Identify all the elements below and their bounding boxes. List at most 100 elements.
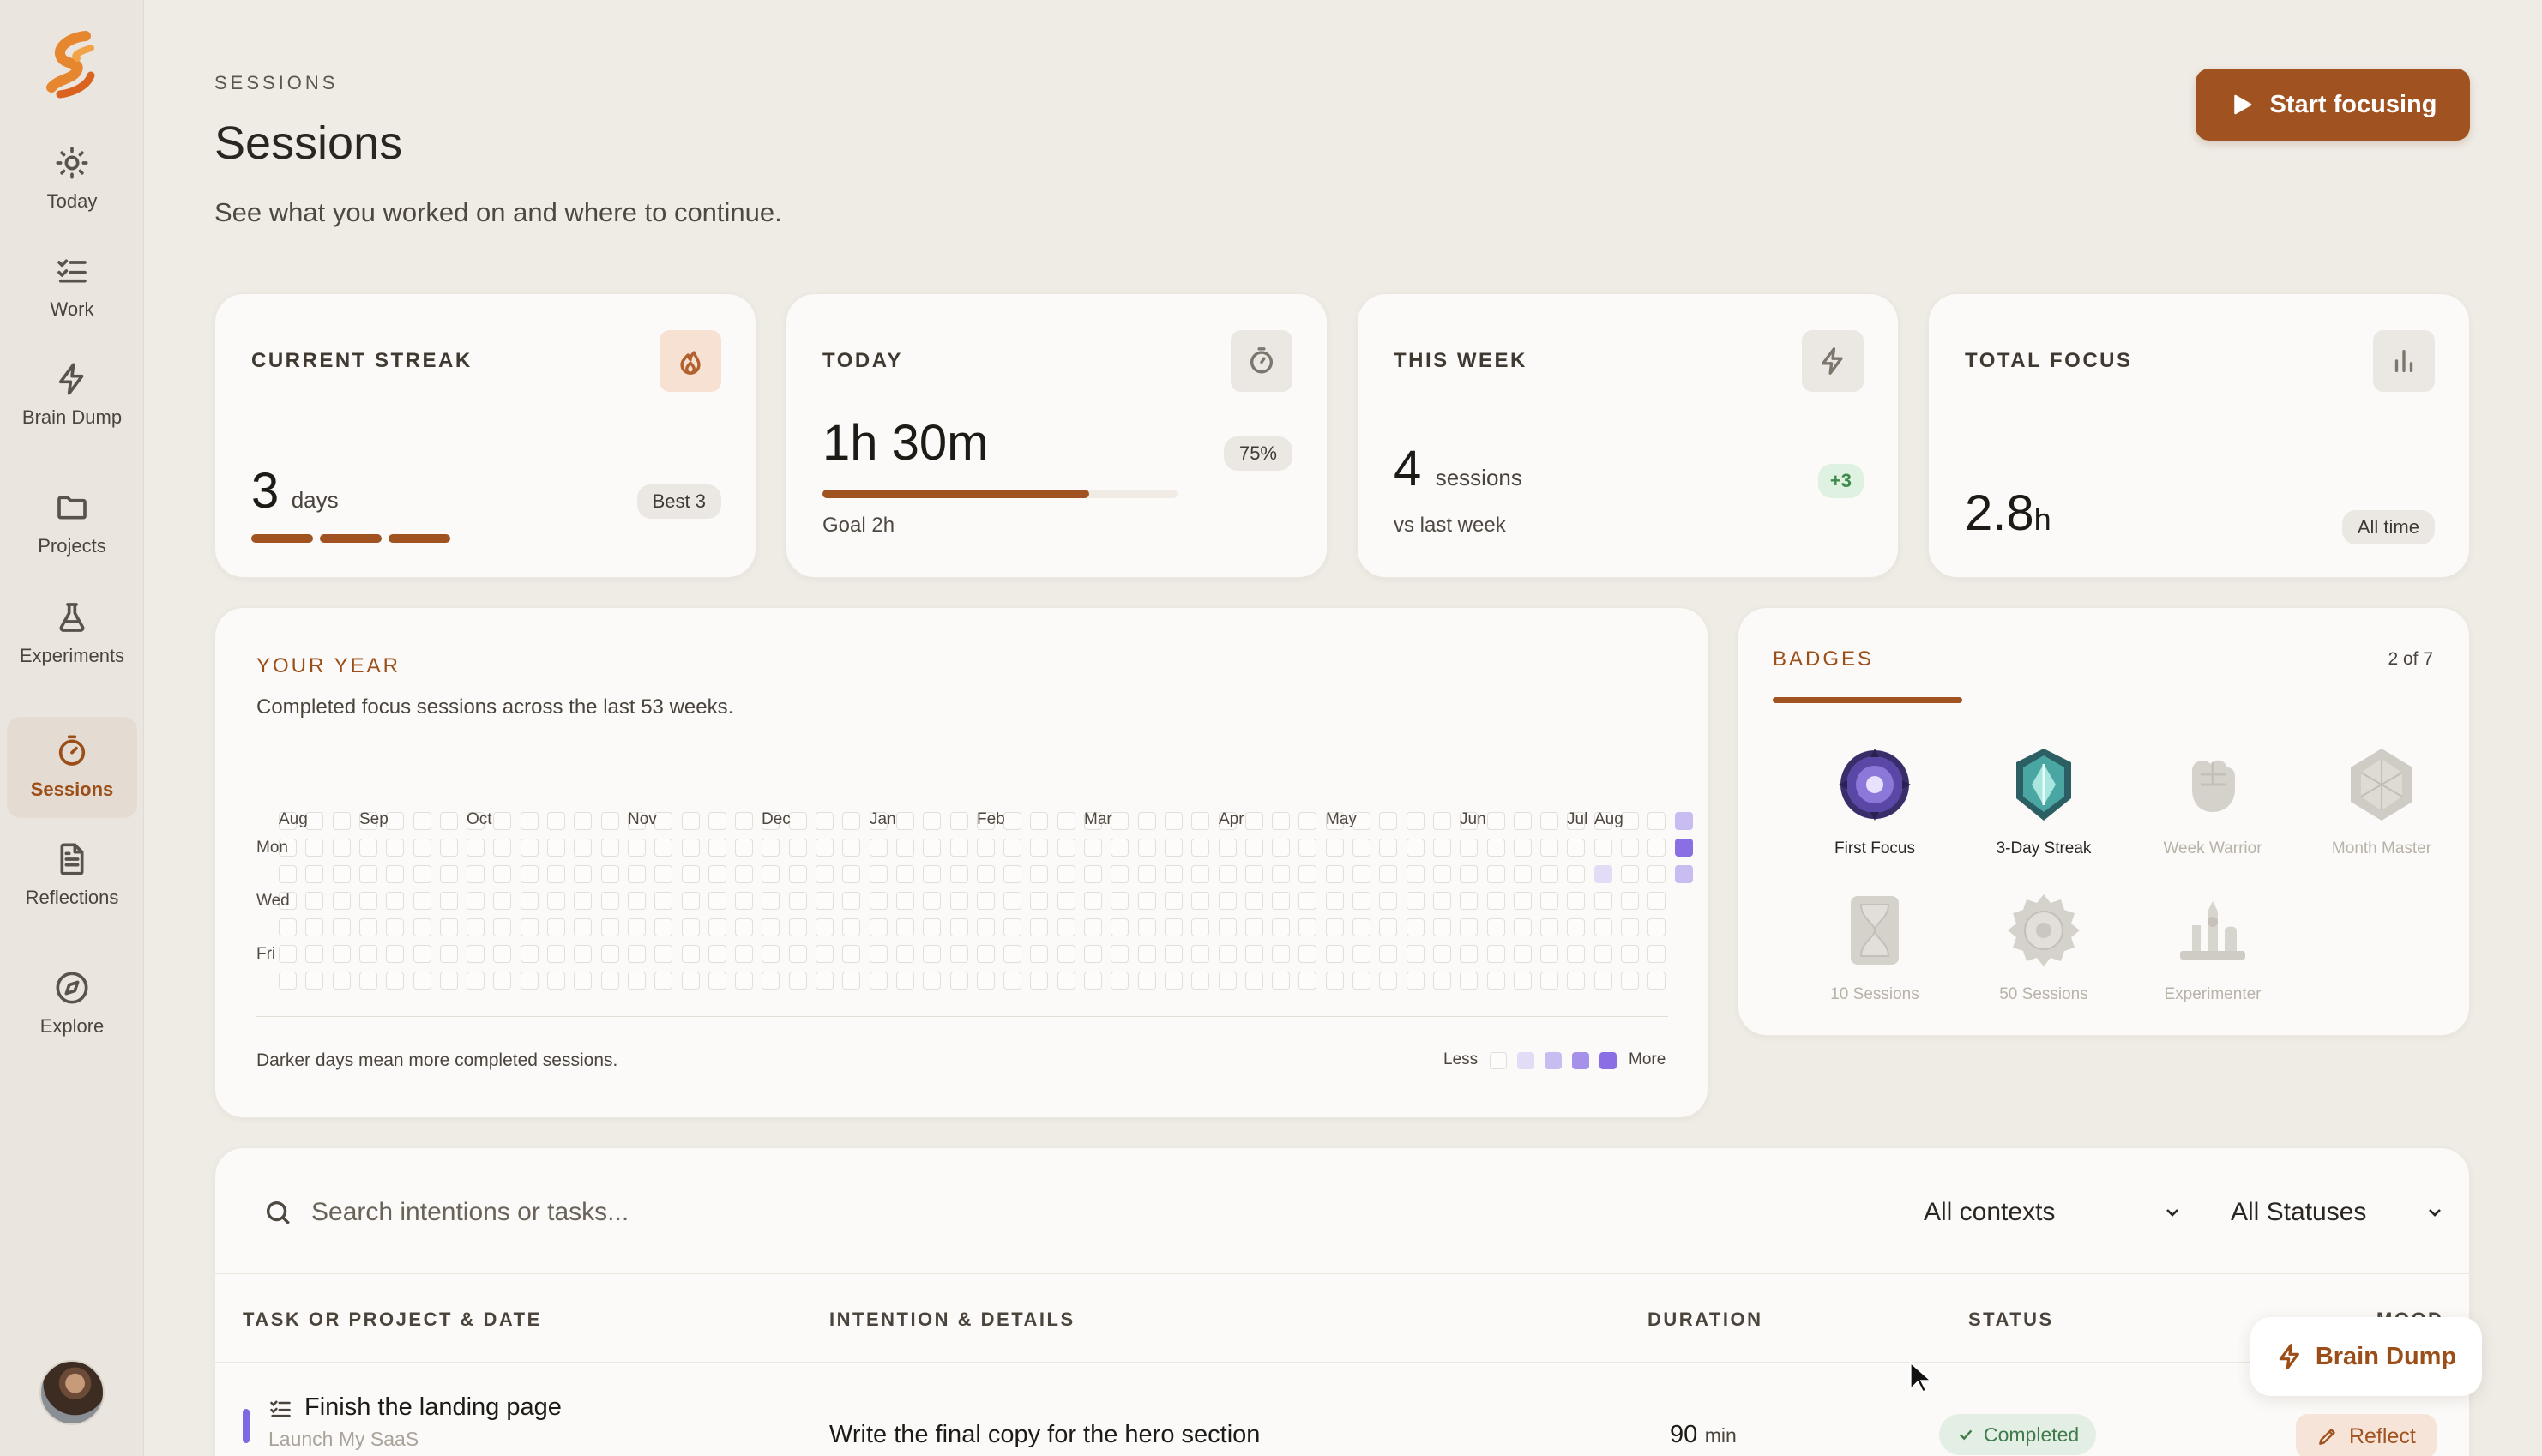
heatmap-day-cell[interactable] — [279, 945, 297, 963]
heatmap-day-cell[interactable] — [950, 892, 968, 910]
heatmap-day-cell[interactable] — [1647, 918, 1666, 936]
heatmap-day-cell[interactable] — [1165, 945, 1183, 963]
heatmap-day-cell[interactable] — [1138, 839, 1156, 857]
heatmap-day-cell[interactable] — [896, 972, 914, 990]
heatmap-day-cell[interactable] — [521, 918, 539, 936]
brain-dump-fab[interactable]: Brain Dump — [2250, 1317, 2482, 1396]
heatmap-day-cell[interactable] — [977, 918, 995, 936]
heatmap-day-cell[interactable] — [628, 918, 646, 936]
heatmap-day-cell[interactable] — [547, 918, 565, 936]
heatmap-day-cell[interactable] — [1567, 892, 1585, 910]
heatmap-day-cell[interactable] — [440, 839, 458, 857]
heatmap-day-cell[interactable] — [1487, 945, 1505, 963]
heatmap-day-cell[interactable] — [1084, 865, 1102, 883]
heatmap-day-cell[interactable] — [950, 865, 968, 883]
heatmap-day-cell[interactable] — [493, 865, 511, 883]
heatmap-day-cell[interactable] — [413, 839, 431, 857]
heatmap-day-cell[interactable] — [440, 972, 458, 990]
heatmap-day-cell[interactable] — [1407, 839, 1425, 857]
heatmap-day-cell[interactable] — [1594, 918, 1612, 936]
heatmap-day-cell[interactable] — [493, 972, 511, 990]
heatmap-day-cell[interactable] — [1433, 892, 1451, 910]
heatmap-day-cell[interactable] — [521, 892, 539, 910]
reflect-button[interactable]: Reflect — [2296, 1414, 2437, 1456]
heatmap-day-cell[interactable] — [1272, 945, 1290, 963]
heatmap-day-cell[interactable] — [359, 865, 377, 883]
heatmap-day-cell[interactable] — [896, 812, 914, 830]
column-header-duration[interactable]: DURATION — [1647, 1309, 1762, 1331]
heatmap-day-cell[interactable] — [1030, 839, 1048, 857]
heatmap-day-cell[interactable] — [950, 918, 968, 936]
heatmap-day-cell[interactable] — [1621, 945, 1639, 963]
heatmap-day-cell[interactable] — [816, 865, 834, 883]
heatmap-day-cell[interactable] — [1219, 839, 1237, 857]
sidebar-item-explore[interactable]: Explore — [7, 954, 137, 1055]
heatmap-day-cell[interactable] — [789, 918, 807, 936]
heatmap-day-cell[interactable] — [359, 945, 377, 963]
heatmap-day-cell[interactable] — [1647, 892, 1666, 910]
heatmap-day-cell[interactable] — [1540, 839, 1558, 857]
heatmap-day-cell[interactable] — [547, 892, 565, 910]
heatmap-day-cell[interactable] — [870, 918, 888, 936]
heatmap-day-cell[interactable] — [842, 918, 860, 936]
heatmap-day-cell[interactable] — [1298, 972, 1316, 990]
heatmap-day-cell[interactable] — [977, 892, 995, 910]
heatmap-day-cell[interactable] — [1111, 865, 1129, 883]
heatmap-day-cell[interactable] — [1379, 812, 1397, 830]
heatmap-day-cell[interactable] — [305, 945, 323, 963]
heatmap-day-cell[interactable] — [842, 839, 860, 857]
heatmap-day-cell[interactable] — [333, 945, 351, 963]
heatmap-day-cell[interactable] — [1138, 918, 1156, 936]
heatmap-day-cell[interactable] — [1003, 812, 1021, 830]
heatmap-day-cell[interactable] — [1621, 918, 1639, 936]
heatmap-day-cell[interactable] — [547, 972, 565, 990]
heatmap-day-cell[interactable] — [842, 812, 860, 830]
heatmap-day-cell[interactable] — [1003, 918, 1021, 936]
heatmap-day-cell[interactable] — [1030, 812, 1048, 830]
heatmap-day-cell[interactable] — [1487, 972, 1505, 990]
heatmap-day-cell[interactable] — [1272, 839, 1290, 857]
heatmap-day-cell[interactable] — [279, 972, 297, 990]
heatmap-day-cell[interactable] — [279, 865, 297, 883]
heatmap-day-cell[interactable] — [521, 839, 539, 857]
heatmap-day-cell[interactable] — [601, 972, 619, 990]
heatmap-day-cell[interactable] — [1567, 865, 1585, 883]
heatmap-day-cell[interactable] — [467, 918, 485, 936]
heatmap-day-cell[interactable] — [305, 865, 323, 883]
sidebar-item-experiments[interactable]: Experiments — [7, 583, 137, 684]
heatmap-day-cell[interactable] — [762, 839, 780, 857]
heatmap-day-cell[interactable] — [1057, 918, 1075, 936]
heatmap-day-cell[interactable] — [735, 812, 753, 830]
heatmap-day-cell[interactable] — [1540, 918, 1558, 936]
heatmap-day-cell[interactable] — [359, 918, 377, 936]
heatmap-day-cell[interactable] — [1567, 839, 1585, 857]
heatmap-day-cell[interactable] — [977, 839, 995, 857]
heatmap-day-cell[interactable] — [493, 892, 511, 910]
heatmap-day-cell[interactable] — [1379, 945, 1397, 963]
heatmap-day-cell[interactable] — [333, 918, 351, 936]
heatmap-day-cell[interactable] — [816, 945, 834, 963]
heatmap-day-cell[interactable] — [923, 972, 941, 990]
heatmap-day-cell[interactable] — [1594, 865, 1612, 883]
heatmap-day-cell[interactable] — [1540, 892, 1558, 910]
heatmap-day-cell[interactable] — [762, 972, 780, 990]
heatmap-day-cell[interactable] — [305, 839, 323, 857]
heatmap-day-cell[interactable] — [896, 892, 914, 910]
heatmap-day-cell[interactable] — [1219, 972, 1237, 990]
heatmap-day-cell[interactable] — [305, 972, 323, 990]
heatmap-day-cell[interactable] — [1245, 892, 1263, 910]
heatmap-day-cell[interactable] — [1003, 865, 1021, 883]
heatmap-day-cell[interactable] — [735, 945, 753, 963]
heatmap-day-cell[interactable] — [1379, 972, 1397, 990]
heatmap-day-cell[interactable] — [1111, 839, 1129, 857]
heatmap-day-cell[interactable] — [1407, 918, 1425, 936]
heatmap-day-cell[interactable] — [1433, 918, 1451, 936]
heatmap-day-cell[interactable] — [923, 812, 941, 830]
heatmap-day-cell[interactable] — [1057, 972, 1075, 990]
heatmap-day-cell[interactable] — [1003, 839, 1021, 857]
heatmap-day-cell[interactable] — [1138, 892, 1156, 910]
heatmap-day-cell[interactable] — [654, 918, 672, 936]
heatmap-day-cell[interactable] — [1165, 812, 1183, 830]
heatmap-day-cell[interactable] — [1191, 918, 1209, 936]
heatmap-day-cell[interactable] — [1647, 812, 1666, 830]
